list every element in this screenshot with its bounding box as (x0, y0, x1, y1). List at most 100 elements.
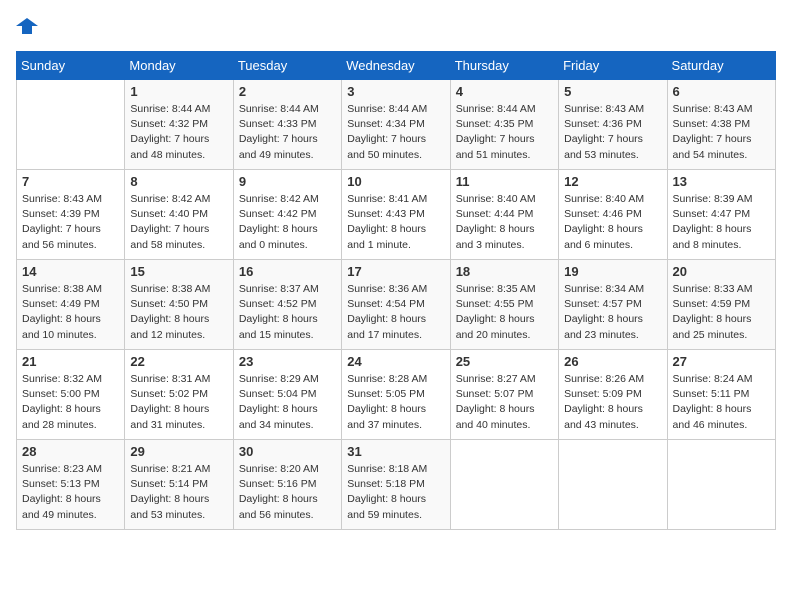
day-info: Sunrise: 8:40 AMSunset: 4:46 PMDaylight:… (564, 192, 661, 253)
day-info: Sunrise: 8:42 AMSunset: 4:40 PMDaylight:… (130, 192, 227, 253)
day-number: 9 (239, 174, 336, 189)
day-number: 14 (22, 264, 119, 279)
logo-bird-icon (16, 16, 38, 38)
calendar-week-row: 7 Sunrise: 8:43 AMSunset: 4:39 PMDayligh… (17, 170, 776, 260)
calendar-cell: 11 Sunrise: 8:40 AMSunset: 4:44 PMDaylig… (450, 170, 558, 260)
calendar-cell: 31 Sunrise: 8:18 AMSunset: 5:18 PMDaylig… (342, 440, 450, 530)
day-number: 2 (239, 84, 336, 99)
day-info: Sunrise: 8:43 AMSunset: 4:39 PMDaylight:… (22, 192, 119, 253)
day-number: 6 (673, 84, 770, 99)
column-header-sunday: Sunday (17, 52, 125, 80)
calendar-cell (559, 440, 667, 530)
day-info: Sunrise: 8:43 AMSunset: 4:36 PMDaylight:… (564, 102, 661, 163)
calendar-cell: 4 Sunrise: 8:44 AMSunset: 4:35 PMDayligh… (450, 80, 558, 170)
calendar-header-row: SundayMondayTuesdayWednesdayThursdayFrid… (17, 52, 776, 80)
day-number: 8 (130, 174, 227, 189)
calendar-cell: 2 Sunrise: 8:44 AMSunset: 4:33 PMDayligh… (233, 80, 341, 170)
calendar-cell: 23 Sunrise: 8:29 AMSunset: 5:04 PMDaylig… (233, 350, 341, 440)
day-number: 23 (239, 354, 336, 369)
day-number: 5 (564, 84, 661, 99)
calendar-week-row: 28 Sunrise: 8:23 AMSunset: 5:13 PMDaylig… (17, 440, 776, 530)
day-info: Sunrise: 8:44 AMSunset: 4:32 PMDaylight:… (130, 102, 227, 163)
calendar-cell: 5 Sunrise: 8:43 AMSunset: 4:36 PMDayligh… (559, 80, 667, 170)
day-number: 29 (130, 444, 227, 459)
calendar-cell: 18 Sunrise: 8:35 AMSunset: 4:55 PMDaylig… (450, 260, 558, 350)
column-header-thursday: Thursday (450, 52, 558, 80)
day-number: 10 (347, 174, 444, 189)
day-number: 12 (564, 174, 661, 189)
day-info: Sunrise: 8:36 AMSunset: 4:54 PMDaylight:… (347, 282, 444, 343)
day-number: 22 (130, 354, 227, 369)
day-info: Sunrise: 8:27 AMSunset: 5:07 PMDaylight:… (456, 372, 553, 433)
day-number: 24 (347, 354, 444, 369)
day-number: 28 (22, 444, 119, 459)
day-number: 17 (347, 264, 444, 279)
day-info: Sunrise: 8:20 AMSunset: 5:16 PMDaylight:… (239, 462, 336, 523)
column-header-saturday: Saturday (667, 52, 775, 80)
calendar-cell: 22 Sunrise: 8:31 AMSunset: 5:02 PMDaylig… (125, 350, 233, 440)
day-number: 4 (456, 84, 553, 99)
column-header-tuesday: Tuesday (233, 52, 341, 80)
day-info: Sunrise: 8:40 AMSunset: 4:44 PMDaylight:… (456, 192, 553, 253)
day-number: 1 (130, 84, 227, 99)
calendar-cell: 10 Sunrise: 8:41 AMSunset: 4:43 PMDaylig… (342, 170, 450, 260)
calendar-cell: 17 Sunrise: 8:36 AMSunset: 4:54 PMDaylig… (342, 260, 450, 350)
calendar-cell: 3 Sunrise: 8:44 AMSunset: 4:34 PMDayligh… (342, 80, 450, 170)
calendar-cell: 25 Sunrise: 8:27 AMSunset: 5:07 PMDaylig… (450, 350, 558, 440)
calendar-cell: 15 Sunrise: 8:38 AMSunset: 4:50 PMDaylig… (125, 260, 233, 350)
day-info: Sunrise: 8:38 AMSunset: 4:49 PMDaylight:… (22, 282, 119, 343)
day-info: Sunrise: 8:41 AMSunset: 4:43 PMDaylight:… (347, 192, 444, 253)
calendar-cell: 21 Sunrise: 8:32 AMSunset: 5:00 PMDaylig… (17, 350, 125, 440)
calendar-cell: 14 Sunrise: 8:38 AMSunset: 4:49 PMDaylig… (17, 260, 125, 350)
calendar-cell (667, 440, 775, 530)
day-number: 15 (130, 264, 227, 279)
day-number: 30 (239, 444, 336, 459)
calendar-cell: 12 Sunrise: 8:40 AMSunset: 4:46 PMDaylig… (559, 170, 667, 260)
day-info: Sunrise: 8:39 AMSunset: 4:47 PMDaylight:… (673, 192, 770, 253)
day-number: 20 (673, 264, 770, 279)
column-header-friday: Friday (559, 52, 667, 80)
day-info: Sunrise: 8:23 AMSunset: 5:13 PMDaylight:… (22, 462, 119, 523)
calendar-week-row: 21 Sunrise: 8:32 AMSunset: 5:00 PMDaylig… (17, 350, 776, 440)
calendar-cell: 30 Sunrise: 8:20 AMSunset: 5:16 PMDaylig… (233, 440, 341, 530)
day-number: 3 (347, 84, 444, 99)
calendar-cell: 26 Sunrise: 8:26 AMSunset: 5:09 PMDaylig… (559, 350, 667, 440)
calendar-cell: 13 Sunrise: 8:39 AMSunset: 4:47 PMDaylig… (667, 170, 775, 260)
day-info: Sunrise: 8:31 AMSunset: 5:02 PMDaylight:… (130, 372, 227, 433)
column-header-monday: Monday (125, 52, 233, 80)
day-number: 11 (456, 174, 553, 189)
day-info: Sunrise: 8:24 AMSunset: 5:11 PMDaylight:… (673, 372, 770, 433)
calendar-cell: 28 Sunrise: 8:23 AMSunset: 5:13 PMDaylig… (17, 440, 125, 530)
calendar-cell: 19 Sunrise: 8:34 AMSunset: 4:57 PMDaylig… (559, 260, 667, 350)
calendar-cell: 24 Sunrise: 8:28 AMSunset: 5:05 PMDaylig… (342, 350, 450, 440)
day-info: Sunrise: 8:37 AMSunset: 4:52 PMDaylight:… (239, 282, 336, 343)
day-info: Sunrise: 8:42 AMSunset: 4:42 PMDaylight:… (239, 192, 336, 253)
page-header (16, 16, 776, 43)
day-number: 27 (673, 354, 770, 369)
day-info: Sunrise: 8:28 AMSunset: 5:05 PMDaylight:… (347, 372, 444, 433)
calendar-cell (450, 440, 558, 530)
calendar-cell: 6 Sunrise: 8:43 AMSunset: 4:38 PMDayligh… (667, 80, 775, 170)
day-info: Sunrise: 8:38 AMSunset: 4:50 PMDaylight:… (130, 282, 227, 343)
calendar-cell: 20 Sunrise: 8:33 AMSunset: 4:59 PMDaylig… (667, 260, 775, 350)
logo (16, 16, 38, 43)
day-info: Sunrise: 8:43 AMSunset: 4:38 PMDaylight:… (673, 102, 770, 163)
day-number: 18 (456, 264, 553, 279)
day-info: Sunrise: 8:35 AMSunset: 4:55 PMDaylight:… (456, 282, 553, 343)
day-info: Sunrise: 8:44 AMSunset: 4:35 PMDaylight:… (456, 102, 553, 163)
day-info: Sunrise: 8:29 AMSunset: 5:04 PMDaylight:… (239, 372, 336, 433)
day-number: 31 (347, 444, 444, 459)
day-info: Sunrise: 8:21 AMSunset: 5:14 PMDaylight:… (130, 462, 227, 523)
calendar-cell: 8 Sunrise: 8:42 AMSunset: 4:40 PMDayligh… (125, 170, 233, 260)
day-number: 16 (239, 264, 336, 279)
calendar-cell: 27 Sunrise: 8:24 AMSunset: 5:11 PMDaylig… (667, 350, 775, 440)
calendar-table: SundayMondayTuesdayWednesdayThursdayFrid… (16, 51, 776, 530)
day-number: 26 (564, 354, 661, 369)
calendar-cell: 29 Sunrise: 8:21 AMSunset: 5:14 PMDaylig… (125, 440, 233, 530)
calendar-week-row: 14 Sunrise: 8:38 AMSunset: 4:49 PMDaylig… (17, 260, 776, 350)
calendar-cell: 9 Sunrise: 8:42 AMSunset: 4:42 PMDayligh… (233, 170, 341, 260)
calendar-cell: 1 Sunrise: 8:44 AMSunset: 4:32 PMDayligh… (125, 80, 233, 170)
day-info: Sunrise: 8:34 AMSunset: 4:57 PMDaylight:… (564, 282, 661, 343)
calendar-week-row: 1 Sunrise: 8:44 AMSunset: 4:32 PMDayligh… (17, 80, 776, 170)
calendar-cell (17, 80, 125, 170)
